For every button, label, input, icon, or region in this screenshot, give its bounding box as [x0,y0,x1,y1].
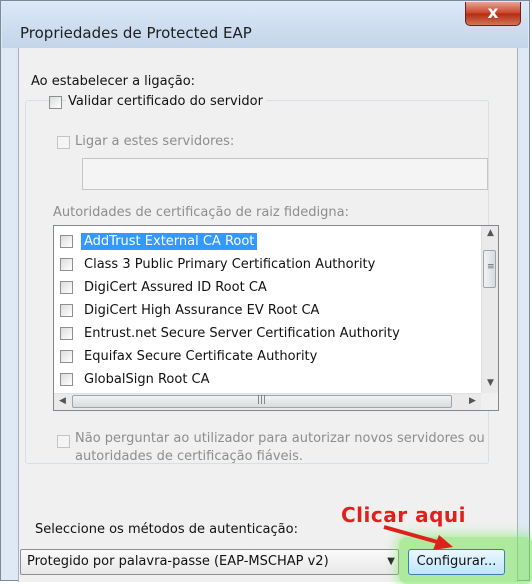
auth-method-value: Protegido por palavra-passe (EAP-MSCHAP … [27,554,329,569]
certificate-list[interactable]: AddTrust External CA Root Class 3 Public… [53,225,499,411]
list-item[interactable]: GlobalSign Root CA [54,368,484,391]
cert-checkbox[interactable] [60,235,73,248]
scroll-down-icon[interactable]: ▼ [482,378,499,388]
window-title: Propriedades de Protected EAP [20,24,252,42]
list-item[interactable]: Entrust.net Secure Server Certification … [54,322,484,345]
no-prompt-label-line2: autoridades de certificação fiáveis. [75,449,304,464]
cert-checkbox[interactable] [60,373,73,386]
auth-method-select[interactable]: Protegido por palavra-passe (EAP-MSCHAP … [20,549,399,575]
connect-servers-checkbox[interactable] [57,136,70,149]
cert-label: Entrust.net Secure Server Certification … [84,326,400,341]
scroll-right-icon[interactable]: ▶ [464,396,481,406]
cert-checkbox[interactable] [60,304,73,317]
no-prompt-label-line1: Não perguntar ao utilizador para autoriz… [75,431,485,446]
horizontal-scrollbar[interactable]: ◀ ||| ▶ [54,393,482,410]
cert-checkbox[interactable] [60,350,73,363]
horizontal-scroll-thumb[interactable]: ||| [72,395,452,408]
servers-input[interactable] [82,158,488,190]
annotation-arrow-icon [383,525,453,550]
no-prompt-checkbox[interactable] [57,435,70,448]
cert-checkbox[interactable] [60,281,73,294]
dialog-window: Propriedades de Protected EAP x Ao estab… [0,0,532,584]
cert-label: Equifax Secure Certificate Authority [84,349,318,364]
list-item[interactable]: Class 3 Public Primary Certification Aut… [54,253,484,276]
validate-certificate-checkbox[interactable] [49,96,62,109]
list-item[interactable]: AddTrust External CA Root [54,230,484,253]
list-item[interactable]: DigiCert Assured ID Root CA [54,276,484,299]
validate-certificate-label: Validar certificado do servidor [66,94,267,109]
configure-button[interactable]: Configurar... [408,549,505,575]
cert-checkbox[interactable] [60,258,73,271]
configure-button-label: Configurar... [416,554,497,569]
trusted-roots-label: Autoridades de certificação de raiz fide… [53,205,349,220]
scroll-up-icon[interactable]: ▲ [482,228,499,238]
list-item[interactable]: DigiCert High Assurance EV Root CA [54,299,484,322]
connect-servers-label: Ligar a estes servidores: [75,134,235,149]
title-bar[interactable]: Propriedades de Protected EAP [2,2,528,48]
close-button[interactable]: x [465,2,521,26]
vertical-scrollbar[interactable]: ▲ ≡ ▼ [481,226,498,394]
connection-heading: Ao estabelecer a ligação: [31,74,196,89]
cert-checkbox[interactable] [60,327,73,340]
grip-icon: ≡ [487,262,495,272]
grip-icon: ||| [257,395,267,405]
cert-label: DigiCert High Assurance EV Root CA [84,303,320,318]
scroll-left-icon[interactable]: ◀ [54,396,71,406]
cert-label: AddTrust External CA Root [81,233,258,250]
vertical-scroll-thumb[interactable]: ≡ [483,250,496,288]
scrollbar-corner [481,393,498,410]
cert-label: Class 3 Public Primary Certification Aut… [84,257,376,272]
close-icon: x [487,3,499,23]
cert-label: DigiCert Assured ID Root CA [84,280,267,295]
auth-method-label: Seleccione os métodos de autenticação: [35,522,298,537]
list-item[interactable]: Equifax Secure Certificate Authority [54,345,484,368]
chevron-down-icon: ▼ [387,556,395,567]
cert-label: GlobalSign Root CA [84,372,210,387]
